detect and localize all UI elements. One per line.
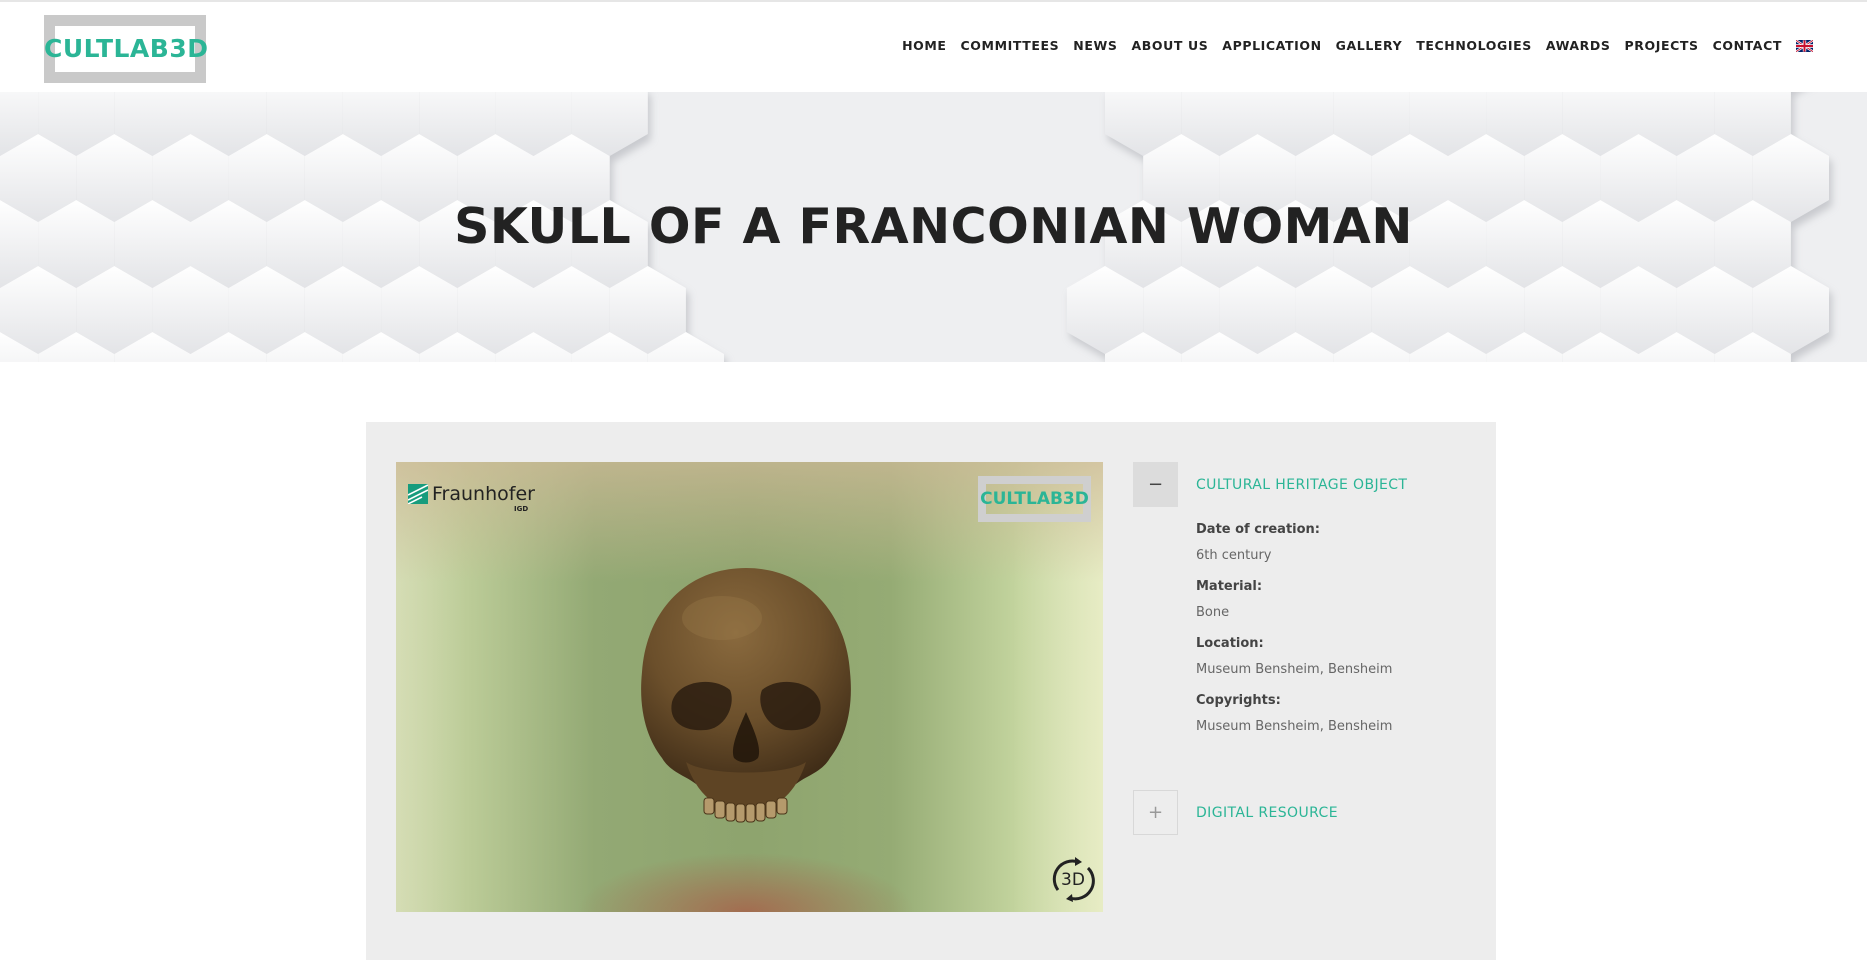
detail-value: Bone: [1196, 605, 1230, 620]
nav-about-us[interactable]: ABOUT US: [1131, 38, 1208, 54]
detail-label: Date of creation:: [1196, 522, 1320, 537]
object-card: Fraunhofer IGD CULTLAB3D 3D − CULTURAL H…: [366, 422, 1496, 960]
object-details: Date of creation: 6th century Material: …: [1196, 522, 1476, 750]
viewer-watermark-logo: CULTLAB3D: [978, 476, 1091, 522]
nav-contact[interactable]: CONTACT: [1713, 38, 1782, 54]
fraunhofer-icon: [408, 484, 428, 504]
3d-rotate-icon[interactable]: 3D: [1048, 854, 1098, 904]
page-title: SKULL OF A FRANCONIAN WOMAN: [454, 198, 1413, 255]
fraunhofer-sub: IGD: [514, 505, 529, 513]
skull-model[interactable]: [626, 562, 866, 832]
nav-application[interactable]: APPLICATION: [1222, 38, 1321, 54]
expand-toggle[interactable]: +: [1133, 790, 1178, 835]
nav-home[interactable]: HOME: [902, 38, 946, 54]
nav-technologies[interactable]: TECHNOLOGIES: [1416, 38, 1532, 54]
detail-label: Location:: [1196, 636, 1264, 651]
site-header: CULTLAB3D HOME COMMITTEES NEWS ABOUT US …: [0, 2, 1867, 92]
nav-projects[interactable]: PROJECTS: [1624, 38, 1698, 54]
detail-label: Material:: [1196, 579, 1263, 594]
accordion-cultural-heritage-object[interactable]: − CULTURAL HERITAGE OBJECT: [1133, 462, 1407, 507]
3d-model-viewer[interactable]: Fraunhofer IGD CULTLAB3D 3D: [396, 462, 1103, 912]
detail-copyrights: Copyrights: Museum Bensheim, Bensheim: [1196, 693, 1476, 735]
logo-text: CULTLAB3D: [44, 34, 209, 63]
logo-frame-top: [44, 15, 206, 26]
site-logo[interactable]: CULTLAB3D: [44, 15, 209, 83]
detail-value: Museum Bensheim, Bensheim: [1196, 719, 1393, 734]
nav-committees[interactable]: COMMITTEES: [961, 38, 1060, 54]
viewer-backdrop-bottom: [576, 852, 916, 912]
nav-gallery[interactable]: GALLERY: [1336, 38, 1403, 54]
main-nav: HOME COMMITTEES NEWS ABOUT US APPLICATIO…: [888, 38, 1813, 54]
accordion-digital-resource[interactable]: + DIGITAL RESOURCE: [1133, 790, 1338, 835]
logo-frame-bottom: [44, 72, 206, 83]
hero-banner: SKULL OF A FRANCONIAN WOMAN: [0, 92, 1867, 362]
detail-value: 6th century: [1196, 548, 1272, 563]
detail-value: Museum Bensheim, Bensheim: [1196, 662, 1393, 677]
fraunhofer-name: Fraunhofer: [432, 483, 535, 505]
detail-label: Copyrights:: [1196, 693, 1281, 708]
nav-awards[interactable]: AWARDS: [1546, 38, 1611, 54]
detail-location: Location: Museum Bensheim, Bensheim: [1196, 636, 1476, 678]
uk-flag-icon[interactable]: [1796, 40, 1813, 52]
detail-date-of-creation: Date of creation: 6th century: [1196, 522, 1476, 564]
accordion-title-resource[interactable]: DIGITAL RESOURCE: [1196, 805, 1338, 821]
collapse-toggle[interactable]: −: [1133, 462, 1178, 507]
3d-badge-label: 3D: [1061, 870, 1085, 890]
detail-material: Material: Bone: [1196, 579, 1476, 621]
viewer-watermark-text: CULTLAB3D: [980, 489, 1089, 509]
nav-news[interactable]: NEWS: [1073, 38, 1117, 54]
accordion-title-object[interactable]: CULTURAL HERITAGE OBJECT: [1196, 477, 1407, 493]
